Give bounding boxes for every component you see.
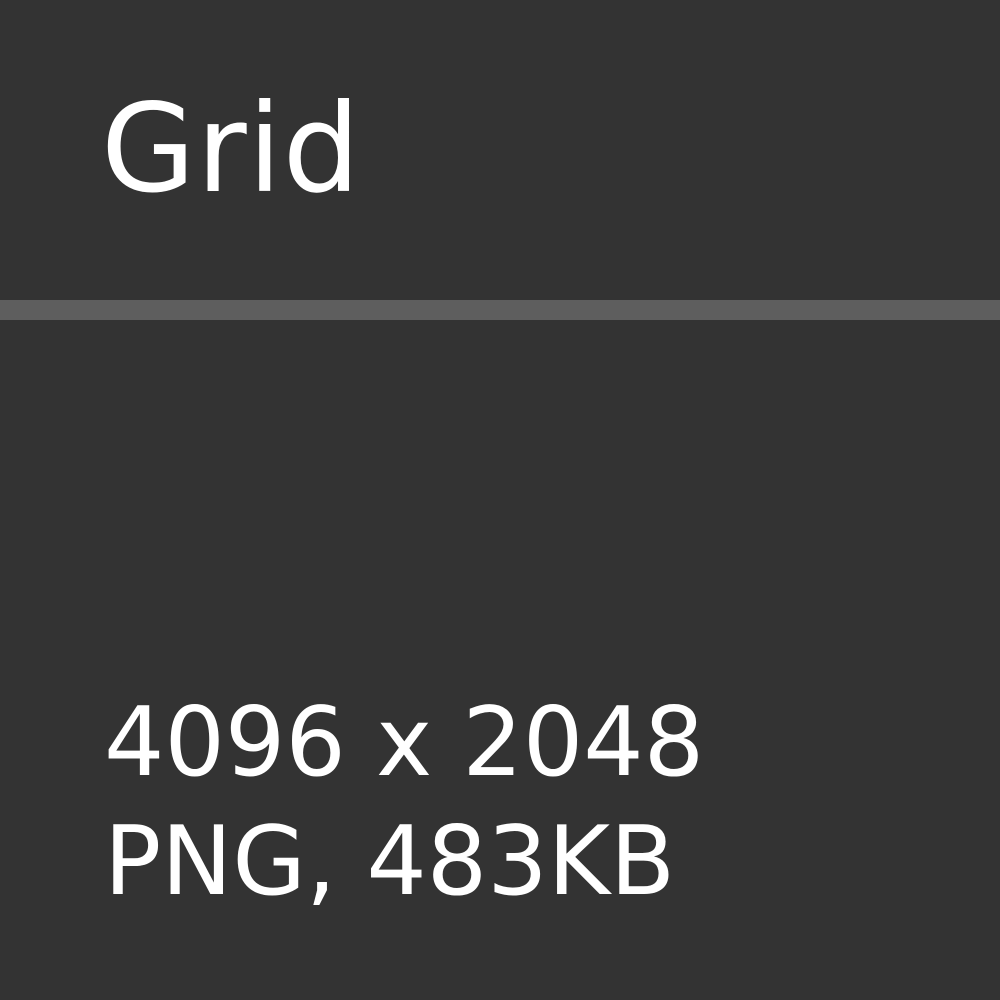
file-preview-card: Grid 4096 x 2048 PNG, 483KB	[0, 0, 1000, 1000]
divider	[0, 300, 1000, 320]
file-title: Grid	[101, 78, 362, 220]
file-format-size: PNG, 483KB	[104, 807, 676, 917]
image-dimensions: 4096 x 2048	[104, 688, 705, 798]
